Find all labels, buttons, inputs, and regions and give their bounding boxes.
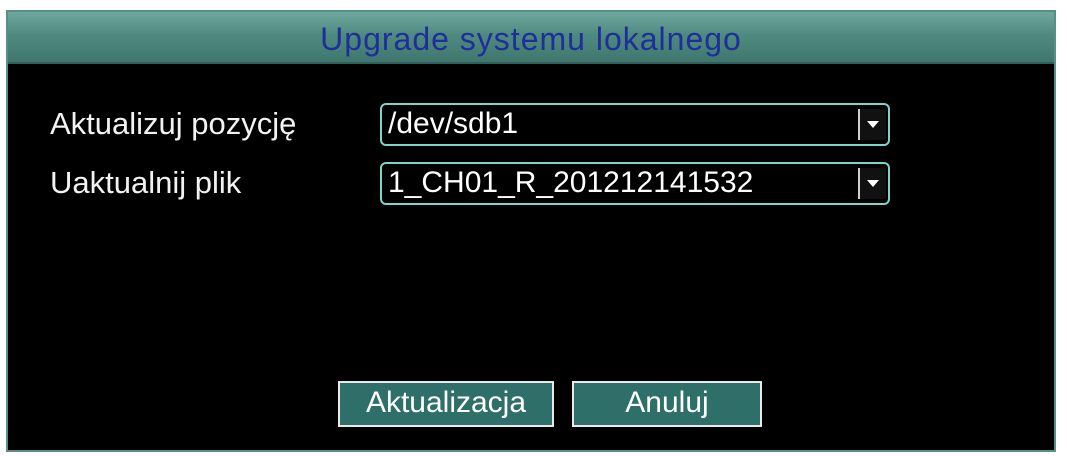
- upgrade-dialog: Upgrade systemu lokalnego Aktualizuj poz…: [6, 10, 1056, 452]
- update-file-label: Uaktualnij plik: [50, 165, 242, 200]
- update-file-dropdown[interactable]: 1_CH01_R_201212141532: [380, 162, 890, 205]
- dialog-title: Upgrade systemu lokalnego: [320, 21, 742, 57]
- update-position-value: /dev/sdb1: [388, 107, 519, 140]
- update-file-value: 1_CH01_R_201212141532: [388, 166, 754, 199]
- update-position-label: Aktualizuj pozycję: [50, 106, 297, 141]
- upgrade-button[interactable]: Aktualizacja: [338, 381, 554, 427]
- update-position-dropdown[interactable]: /dev/sdb1: [380, 103, 890, 146]
- chevron-down-icon[interactable]: [858, 168, 886, 199]
- cancel-button[interactable]: Anuluj: [572, 381, 762, 427]
- chevron-down-icon[interactable]: [858, 109, 886, 140]
- dialog-titlebar[interactable]: Upgrade systemu lokalnego: [8, 12, 1054, 64]
